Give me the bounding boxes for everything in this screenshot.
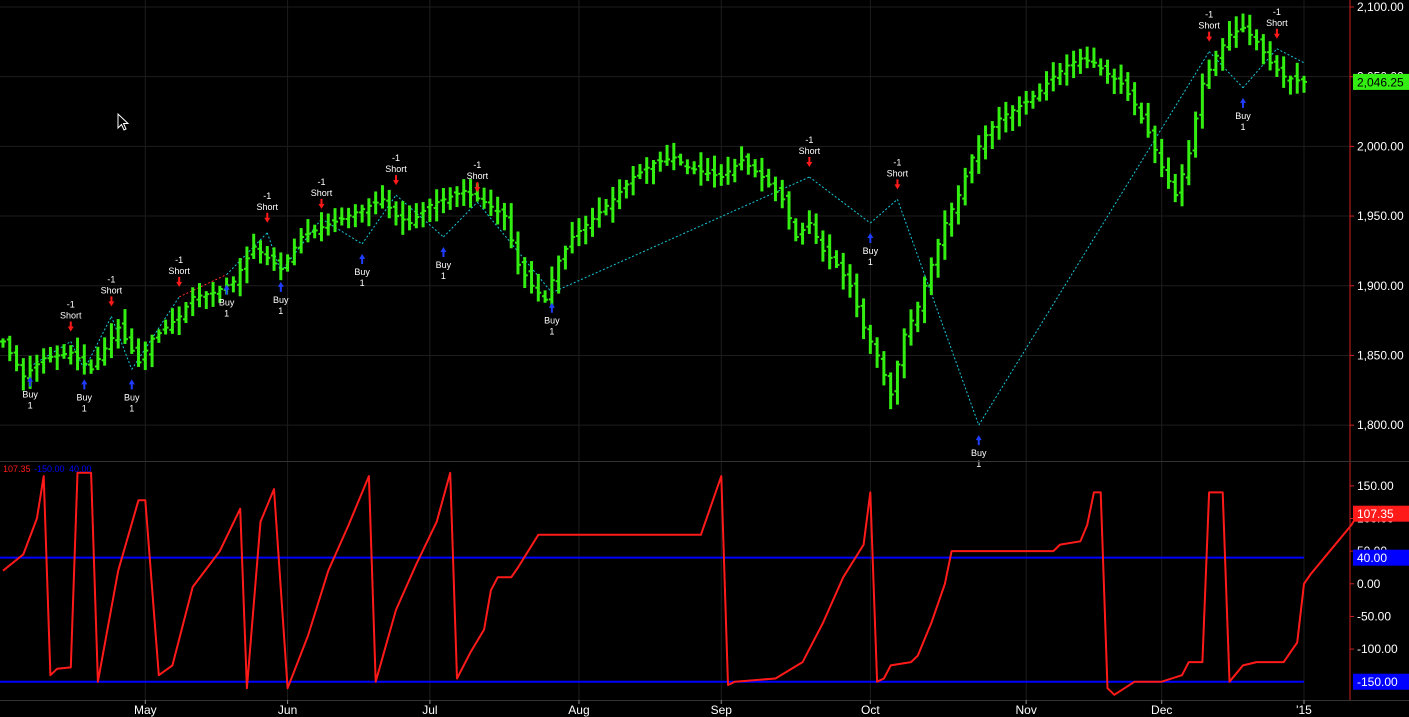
short-signal-qty: -1 bbox=[1205, 10, 1213, 20]
short-signal-qty: -1 bbox=[805, 135, 813, 145]
buy-signal-label: Buy bbox=[971, 448, 987, 458]
buy-signal-qty: 1 bbox=[129, 403, 134, 413]
price-tick-label: 1,850.00 bbox=[1357, 348, 1404, 362]
indicator-tick-label: 0.00 bbox=[1357, 577, 1381, 591]
buy-signal-qty: 1 bbox=[278, 306, 283, 316]
buy-signal-label: Buy bbox=[22, 390, 38, 400]
indicator-value-label: 107.35 bbox=[3, 464, 31, 474]
date-tick-label: Sep bbox=[711, 703, 733, 717]
lower-band-label: -150.00 bbox=[34, 464, 65, 474]
band-value-badge: -150.00 bbox=[1357, 675, 1398, 689]
short-signal-qty: -1 bbox=[263, 191, 271, 201]
short-signal-qty: -1 bbox=[107, 274, 115, 284]
short-signal-label: Short bbox=[467, 171, 489, 181]
buy-signal-label: Buy bbox=[544, 316, 560, 326]
short-signal-qty: -1 bbox=[473, 160, 481, 170]
short-signal-label: Short bbox=[168, 266, 190, 276]
date-tick-label: May bbox=[134, 703, 157, 717]
short-signal-label: Short bbox=[799, 146, 821, 156]
buy-signal-qty: 1 bbox=[1241, 122, 1246, 132]
short-signal-label: Short bbox=[60, 311, 82, 321]
short-signal-qty: -1 bbox=[1273, 7, 1281, 17]
buy-signal-label: Buy bbox=[354, 267, 370, 277]
date-tick-label: Jun bbox=[278, 703, 297, 717]
short-signal-qty: -1 bbox=[175, 255, 183, 265]
buy-signal-label: Buy bbox=[219, 298, 235, 308]
buy-signal-qty: 1 bbox=[28, 401, 33, 411]
last-price-badge: 2,046.25 bbox=[1357, 75, 1404, 89]
buy-signal-qty: 1 bbox=[360, 278, 365, 288]
short-signal-qty: -1 bbox=[67, 300, 75, 310]
buy-signal-label: Buy bbox=[124, 392, 140, 402]
short-signal-label: Short bbox=[311, 188, 333, 198]
indicator-tick-label: -100.00 bbox=[1357, 642, 1398, 656]
date-tick-label: Jul bbox=[422, 703, 437, 717]
trading-chart[interactable]: Buy1Short-1Buy1Short-1Buy1Short-1Buy1Sho… bbox=[0, 0, 1409, 717]
buy-signal-label: Buy bbox=[863, 246, 879, 256]
buy-signal-qty: 1 bbox=[224, 309, 229, 319]
buy-signal-label: Buy bbox=[77, 392, 93, 402]
date-tick-label: Oct bbox=[861, 703, 880, 717]
short-signal-label: Short bbox=[1266, 18, 1288, 28]
indicator-header: 107.35 -150.00 40.00 bbox=[3, 464, 92, 474]
buy-signal-label: Buy bbox=[436, 260, 452, 270]
price-tick-label: 2,000.00 bbox=[1357, 139, 1404, 153]
price-tick-label: 1,800.00 bbox=[1357, 418, 1404, 432]
indicator-tick-label: 150.00 bbox=[1357, 479, 1394, 493]
short-signal-label: Short bbox=[385, 164, 407, 174]
indicator-tick-label: -50.00 bbox=[1357, 609, 1391, 623]
date-tick-label: Nov bbox=[1016, 703, 1037, 717]
date-tick-label: Aug bbox=[568, 703, 589, 717]
price-tick-label: 2,100.00 bbox=[1357, 0, 1404, 14]
buy-signal-qty: 1 bbox=[976, 459, 981, 469]
short-signal-qty: -1 bbox=[392, 153, 400, 163]
date-tick-label: '15 bbox=[1296, 703, 1312, 717]
buy-signal-qty: 1 bbox=[868, 257, 873, 267]
price-tick-label: 1,900.00 bbox=[1357, 279, 1404, 293]
buy-signal-label: Buy bbox=[273, 295, 289, 305]
short-signal-qty: -1 bbox=[893, 157, 901, 167]
buy-signal-qty: 1 bbox=[549, 327, 554, 337]
short-signal-label: Short bbox=[1198, 21, 1220, 31]
short-signal-label: Short bbox=[257, 202, 279, 212]
date-tick-label: Dec bbox=[1151, 703, 1172, 717]
short-signal-label: Short bbox=[887, 168, 909, 178]
price-tick-label: 1,950.00 bbox=[1357, 209, 1404, 223]
upper-band-label: 40.00 bbox=[69, 464, 92, 474]
chart-background bbox=[0, 0, 1409, 717]
short-signal-label: Short bbox=[101, 285, 123, 295]
buy-signal-qty: 1 bbox=[82, 403, 87, 413]
band-value-badge: 40.00 bbox=[1357, 551, 1387, 565]
buy-signal-label: Buy bbox=[1235, 111, 1251, 121]
indicator-value-badge: 107.35 bbox=[1357, 507, 1394, 521]
buy-signal-qty: 1 bbox=[441, 271, 446, 281]
short-signal-qty: -1 bbox=[317, 177, 325, 187]
